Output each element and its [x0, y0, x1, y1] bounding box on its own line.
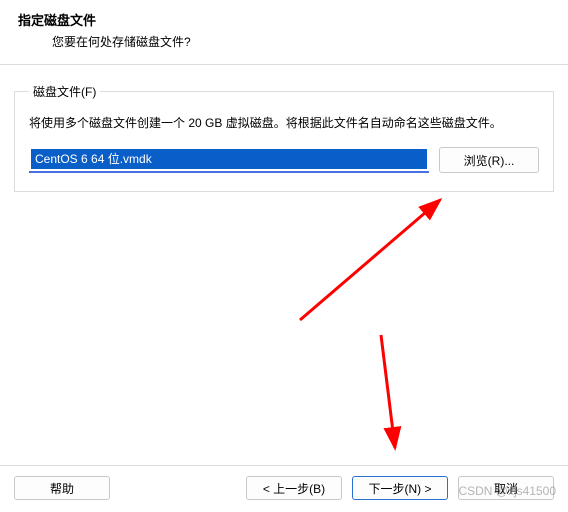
back-button[interactable]: < 上一步(B)	[246, 476, 342, 500]
help-button[interactable]: 帮助	[14, 476, 110, 500]
next-button[interactable]: 下一步(N) >	[352, 476, 448, 500]
annotation-arrow-upper	[285, 190, 465, 330]
group-legend: 磁盘文件(F)	[29, 83, 100, 100]
page-title: 指定磁盘文件	[18, 10, 568, 29]
annotation-arrow-lower	[365, 330, 425, 460]
file-row: 浏览(R)...	[29, 147, 539, 173]
file-input-container	[29, 148, 429, 173]
page-subtitle: 您要在何处存储磁盘文件?	[18, 33, 568, 50]
wizard-header: 指定磁盘文件 您要在何处存储磁盘文件?	[0, 0, 568, 50]
disk-file-group: 磁盘文件(F) 将使用多个磁盘文件创建一个 20 GB 虚拟磁盘。将根据此文件名…	[14, 83, 554, 192]
disk-file-input[interactable]	[31, 149, 427, 169]
group-description: 将使用多个磁盘文件创建一个 20 GB 虚拟磁盘。将根据此文件名自动命名这些磁盘…	[29, 114, 539, 133]
cancel-button[interactable]: 取消	[458, 476, 554, 500]
browse-button[interactable]: 浏览(R)...	[439, 147, 539, 173]
button-bar: 帮助 < 上一步(B) 下一步(N) > 取消	[0, 465, 568, 500]
content-area: 磁盘文件(F) 将使用多个磁盘文件创建一个 20 GB 虚拟磁盘。将根据此文件名…	[0, 65, 568, 192]
